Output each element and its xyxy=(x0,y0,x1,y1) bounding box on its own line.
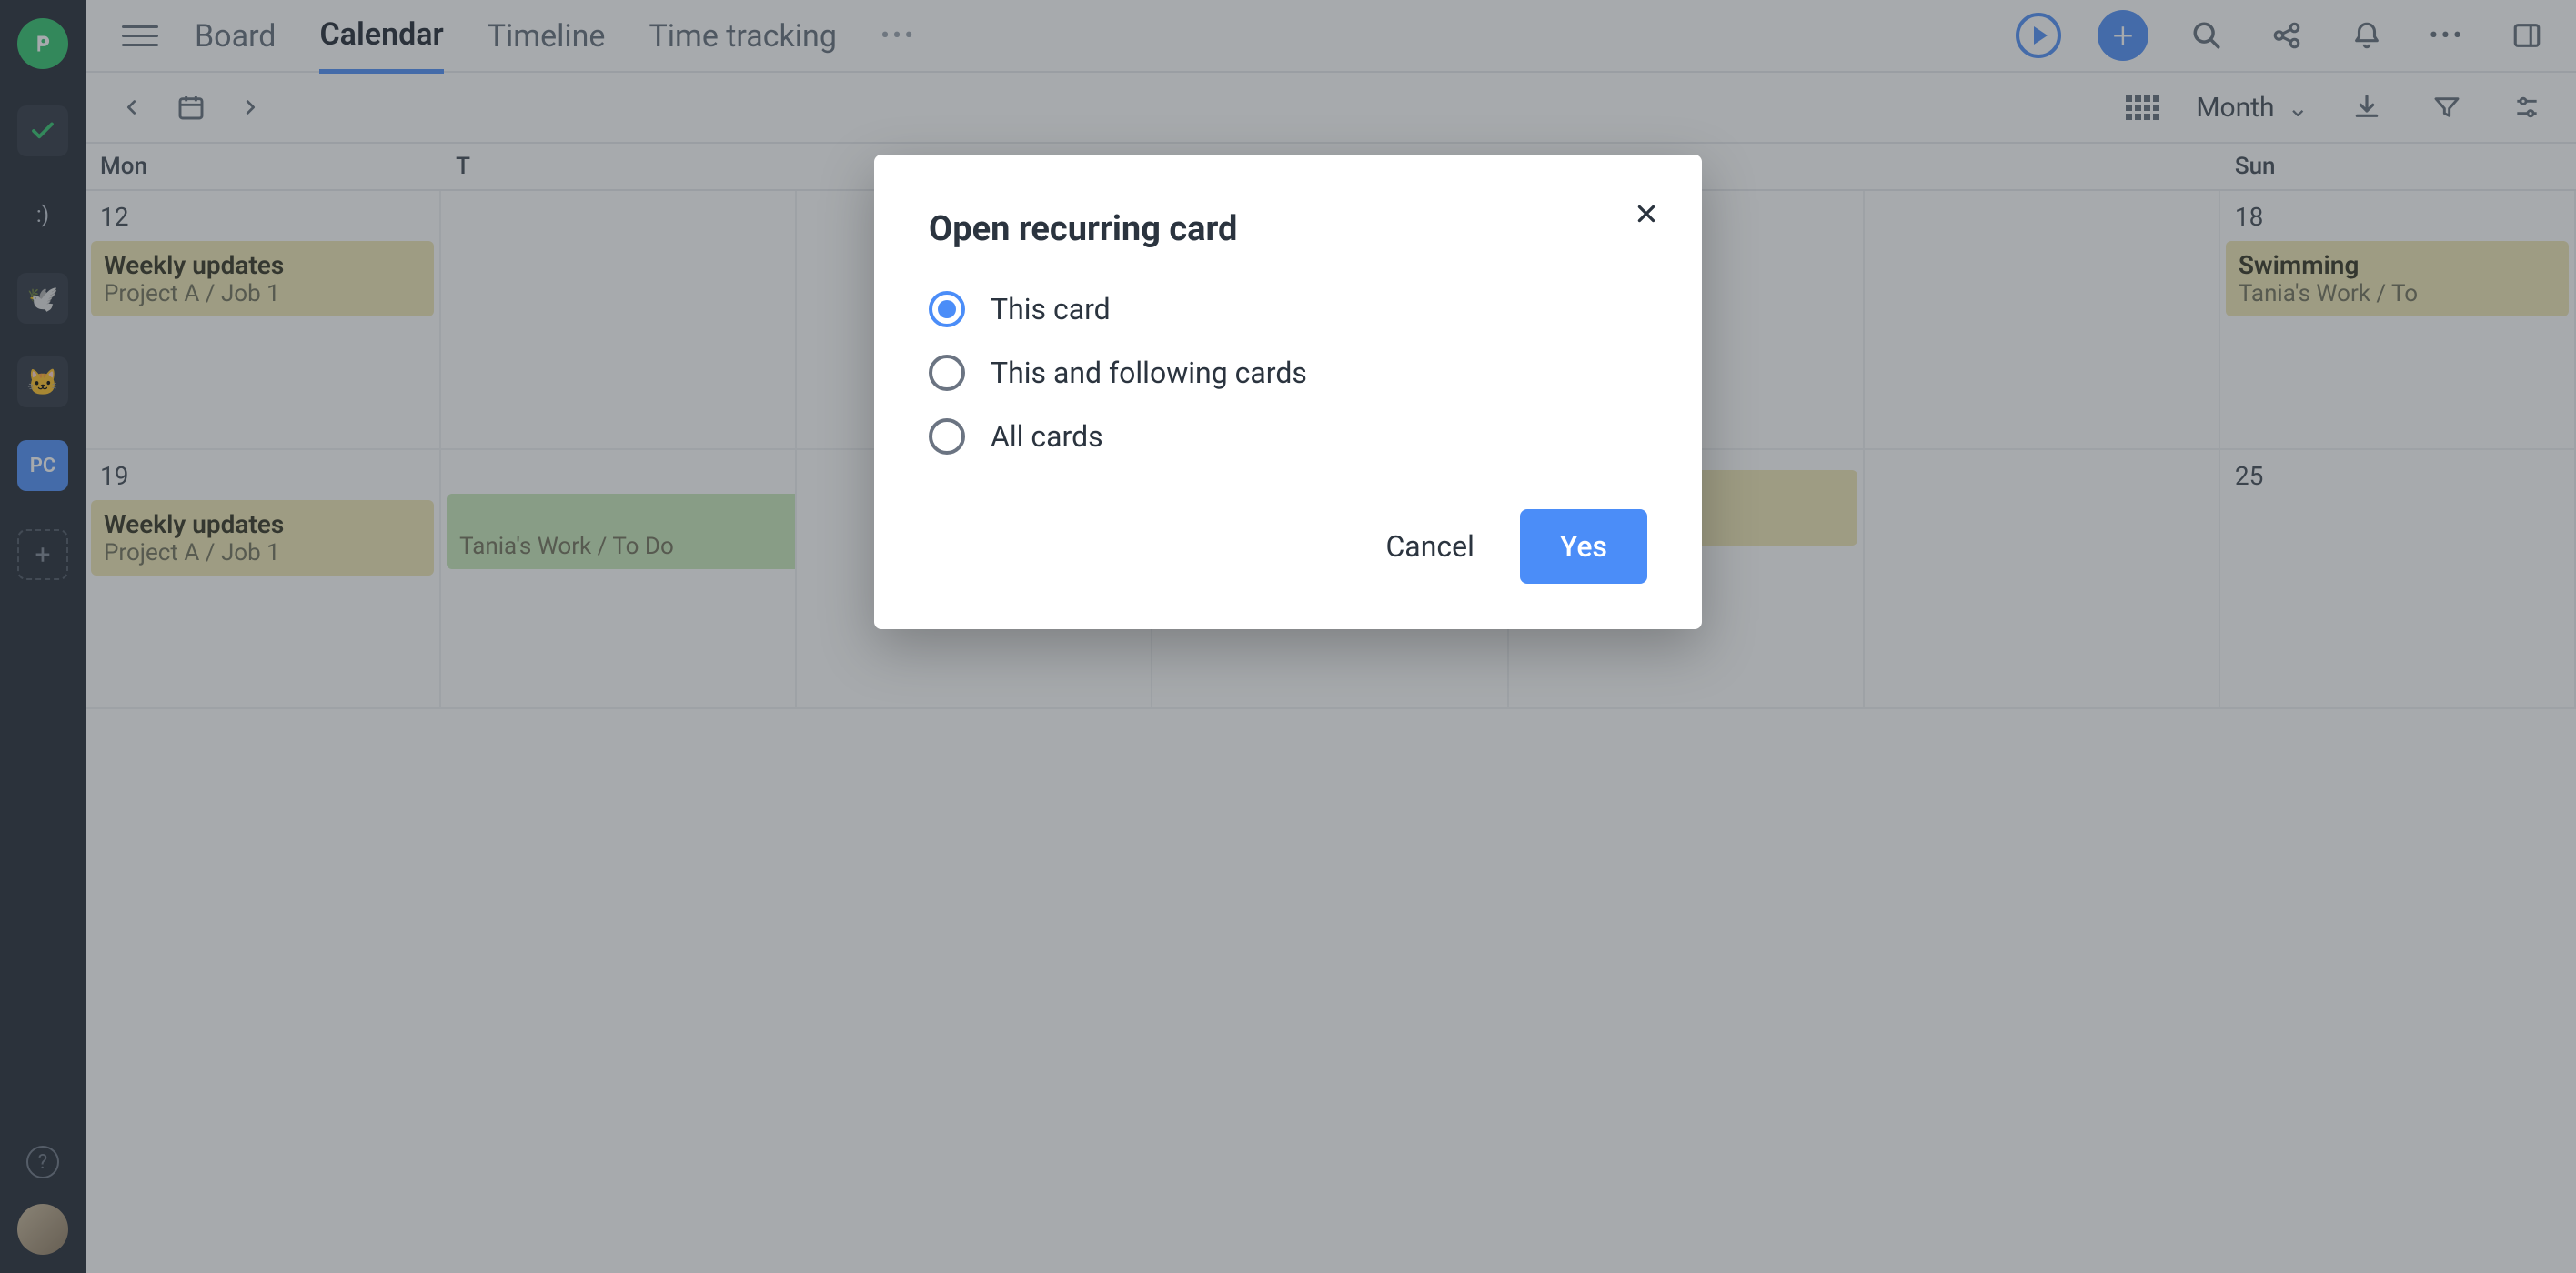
radio-label: All cards xyxy=(991,419,1103,454)
modal-scrim[interactable]: Open recurring card This card This and f… xyxy=(0,0,2576,1273)
radio-label: This card xyxy=(991,292,1111,326)
modal-title: Open recurring card xyxy=(929,209,1647,249)
close-icon xyxy=(1635,202,1658,226)
radio-label: This and following cards xyxy=(991,356,1307,390)
radio-option-following[interactable]: This and following cards xyxy=(929,355,1647,391)
recurring-card-modal: Open recurring card This card This and f… xyxy=(874,155,1702,629)
radio-icon xyxy=(929,418,965,455)
cancel-button[interactable]: Cancel xyxy=(1376,511,1483,582)
radio-option-this-card[interactable]: This card xyxy=(929,291,1647,327)
confirm-button[interactable]: Yes xyxy=(1520,509,1647,584)
radio-icon xyxy=(929,291,965,327)
modal-actions: Cancel Yes xyxy=(929,509,1647,584)
radio-option-all[interactable]: All cards xyxy=(929,418,1647,455)
modal-close-button[interactable] xyxy=(1635,202,1658,226)
radio-icon xyxy=(929,355,965,391)
